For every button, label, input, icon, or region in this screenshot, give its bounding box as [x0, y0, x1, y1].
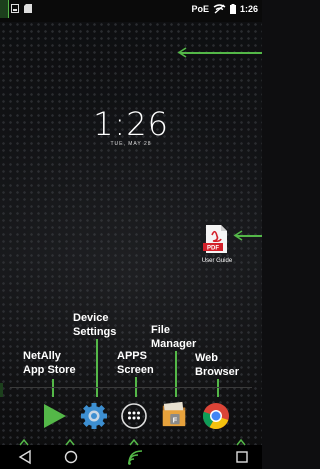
- status-bar: PoE 1:26: [0, 0, 262, 22]
- status-left: [5, 4, 32, 13]
- apps-grid-icon[interactable]: [120, 402, 148, 430]
- screenshot-icon: [11, 4, 19, 13]
- label-apps-screen-text: APPS Screen: [117, 350, 154, 376]
- tick-home: [65, 439, 75, 446]
- label-apps-screen: APPS Screen: [117, 349, 154, 377]
- chrome-icon[interactable]: [202, 402, 230, 430]
- device-screen: PoE 1:26 1:26 TUE, MAY 28 PDF User Guide…: [0, 0, 262, 469]
- callout-line-top: [180, 52, 262, 54]
- label-web-browser: Web Browser: [195, 351, 239, 379]
- label-file-manager-text: File Manager: [151, 324, 197, 350]
- sd-card-icon: [24, 4, 32, 13]
- recents-icon[interactable]: [233, 449, 251, 465]
- user-guide-shortcut[interactable]: PDF: [200, 224, 232, 254]
- navigation-bar: [0, 439, 262, 469]
- network-icon: [213, 4, 226, 14]
- netally-icon[interactable]: [126, 449, 144, 465]
- status-right: PoE 1:26: [191, 4, 258, 14]
- arrow-head-pdf: [233, 230, 243, 241]
- lock-clock: 1:26: [93, 105, 169, 143]
- edge-marker: [0, 383, 3, 397]
- arrow-head-top: [177, 47, 187, 58]
- tick-recents: [236, 439, 246, 446]
- status-time: 1:26: [239, 4, 258, 14]
- pdf-file-icon: PDF: [203, 225, 227, 253]
- tick-netally: [129, 439, 139, 446]
- battery-icon: [229, 4, 236, 14]
- file-manager-icon[interactable]: F: [160, 400, 188, 428]
- svg-text:F: F: [173, 415, 178, 424]
- home-icon[interactable]: [62, 449, 80, 465]
- label-file-manager: File Manager: [151, 323, 196, 351]
- settings-gear-icon[interactable]: [80, 402, 108, 430]
- label-app-store-text: NetAlly App Store: [23, 350, 76, 376]
- pdf-badge: PDF: [207, 246, 219, 252]
- user-guide-label: User Guide: [201, 258, 233, 264]
- label-web-browser-text: Web Browser: [195, 352, 240, 378]
- label-device-settings: Device Settings: [73, 311, 116, 339]
- poe-label: PoE: [191, 4, 209, 14]
- back-icon[interactable]: [16, 449, 34, 465]
- tick-left: [19, 439, 29, 446]
- play-store-icon[interactable]: [40, 402, 68, 430]
- label-device-settings-text: Device Settings: [73, 312, 117, 338]
- label-app-store: NetAlly App Store: [23, 349, 76, 377]
- lock-date: TUE, MAY 28: [110, 141, 152, 147]
